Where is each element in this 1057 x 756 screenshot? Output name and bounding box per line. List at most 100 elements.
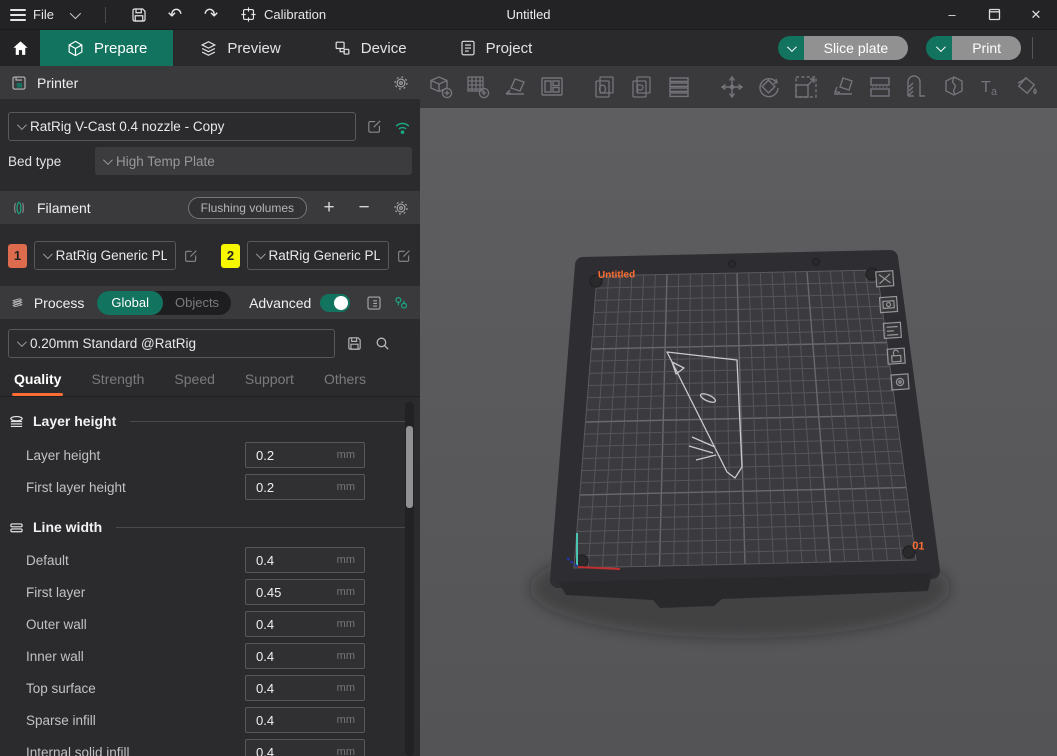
layers-editing-button[interactable] [664,72,694,102]
save-preset-button[interactable] [346,335,363,352]
arrange-button[interactable] [537,72,567,102]
printer-settings-button[interactable] [392,74,410,92]
printer-connection-button[interactable] [393,119,412,135]
tab-device[interactable]: Device [307,30,433,66]
text-tool-button[interactable]: T a [976,72,1006,102]
bed-type-select[interactable]: High Temp Plate [95,147,412,175]
3d-viewport: T a [420,66,1057,756]
first-layer-height-input[interactable]: 0.2 mm [245,474,365,500]
undo-button[interactable]: ↶ [160,3,190,27]
printer-preset-select[interactable]: RatRig V-Cast 0.4 nozzle - Copy [8,112,356,141]
setting-value: 0.2 [246,480,337,495]
redo-button[interactable]: ↷ [196,3,226,27]
close-button[interactable]: ✕ [1015,0,1057,30]
process-tab-support[interactable]: Support [245,371,294,387]
flushing-volumes-button[interactable]: Flushing volumes [188,197,307,219]
filament-1-color-badge[interactable]: 1 [8,244,27,268]
setting-row: Internal solid infill 0.4 mm [0,736,420,756]
print-button[interactable]: Print [952,36,1021,60]
slice-options-dropdown[interactable] [778,36,804,60]
plate-name-label[interactable]: Untitled [598,269,635,281]
import-profile-button[interactable] [627,72,657,102]
tab-preview[interactable]: Preview [173,30,306,66]
layer-height-icon [8,413,25,430]
process-tab-others[interactable]: Others [324,371,366,387]
process-tab-strength[interactable]: Strength [91,371,144,387]
process-icon [10,294,25,312]
file-menu-dropdown[interactable] [61,11,87,19]
parameters-scrollbar[interactable] [405,402,414,756]
process-preset-value: 0.20mm Standard @RatRig [30,336,196,351]
print-options-dropdown[interactable] [926,36,952,60]
line-width-outer-wall-input[interactable]: 0.4 mm [245,611,365,637]
line-width-sparse-infill-input[interactable]: 0.4 mm [245,707,365,733]
edit-filament-2-button[interactable] [396,248,412,264]
section-rule [116,527,406,528]
filament-2-color-badge[interactable]: 2 [221,244,240,268]
advanced-toggle[interactable] [320,294,350,312]
line-width-section: Line width [0,515,420,539]
filament-settings-button[interactable] [392,199,410,217]
rename-plate-button[interactable] [880,296,898,312]
filament-2-preset-select[interactable]: RatRig Generic PLA [247,241,389,270]
filament-1-preset-select[interactable]: RatRig Generic PLA [34,241,176,270]
minimize-button[interactable]: – [931,0,973,30]
maximize-button[interactable] [973,0,1015,30]
rotate-icon [756,74,782,100]
edit-printer-preset-button[interactable] [366,118,383,135]
build-plate[interactable] [558,258,932,608]
process-preset-select[interactable]: 0.20mm Standard @RatRig [8,329,335,358]
file-menu-button[interactable]: File [10,7,87,22]
process-scope-toggle[interactable]: Global Objects [97,291,231,315]
layer-height-input[interactable]: 0.2 mm [245,442,365,468]
search-settings-button[interactable] [374,335,391,352]
remove-filament-button[interactable]: − [351,197,377,219]
section-title: Line width [33,519,102,535]
lay-flat-icon [830,74,856,100]
arrange-plate-button[interactable] [883,322,901,338]
calibration-icon [240,6,257,23]
compare-presets-button[interactable] [392,294,410,312]
scale-tool-button[interactable] [791,72,821,102]
add-object-button[interactable] [426,72,456,102]
auto-orient-button[interactable] [500,72,530,102]
scope-global[interactable]: Global [97,291,163,315]
mesh-boolean-button[interactable] [939,72,969,102]
slice-plate-button[interactable]: Slice plate [804,36,909,60]
line-width-default-input[interactable]: 0.4 mm [245,547,365,573]
line-width-internal-solid-infill-input[interactable]: 0.4 mm [245,739,365,756]
tab-prepare[interactable]: Prepare [40,30,173,66]
printer-section-header: Printer [0,66,420,99]
parameter-table-button[interactable] [365,294,383,312]
lock-plate-button[interactable] [887,348,905,364]
application-window: File ↶ ↷ Calibration Untitled [0,0,1057,756]
process-tab-quality[interactable]: Quality [14,371,61,387]
import-objects-button[interactable] [590,72,620,102]
tab-project[interactable]: Project [433,30,559,66]
calibration-button[interactable]: Calibration [240,6,326,23]
plate-settings-button[interactable] [891,374,909,390]
chevron-down-icon [936,42,946,52]
setting-row: First layer 0.45 mm [0,576,420,608]
support-painting-button[interactable] [902,72,932,102]
add-cube-icon [428,74,454,100]
lay-on-face-button[interactable] [828,72,858,102]
add-filament-button[interactable]: + [316,197,342,219]
line-width-first-layer-input[interactable]: 0.45 mm [245,579,365,605]
line-width-top-surface-input[interactable]: 0.4 mm [245,675,365,701]
home-button[interactable] [0,30,40,66]
save-button[interactable] [124,3,154,27]
rotate-tool-button[interactable] [754,72,784,102]
add-plate-button[interactable] [463,72,493,102]
move-tool-button[interactable] [717,72,747,102]
edit-filament-1-button[interactable] [183,248,199,264]
viewport-canvas[interactable]: Untitled 01 [420,108,1057,756]
printer-section-title: Printer [37,75,78,91]
scope-objects[interactable]: Objects [163,295,231,310]
line-width-inner-wall-input[interactable]: 0.4 mm [245,643,365,669]
process-tab-speed[interactable]: Speed [174,371,214,387]
color-painting-button[interactable] [1013,72,1043,102]
scrollbar-thumb[interactable] [406,426,413,508]
delete-plate-button[interactable] [876,271,894,287]
split-object-button[interactable] [865,72,895,102]
